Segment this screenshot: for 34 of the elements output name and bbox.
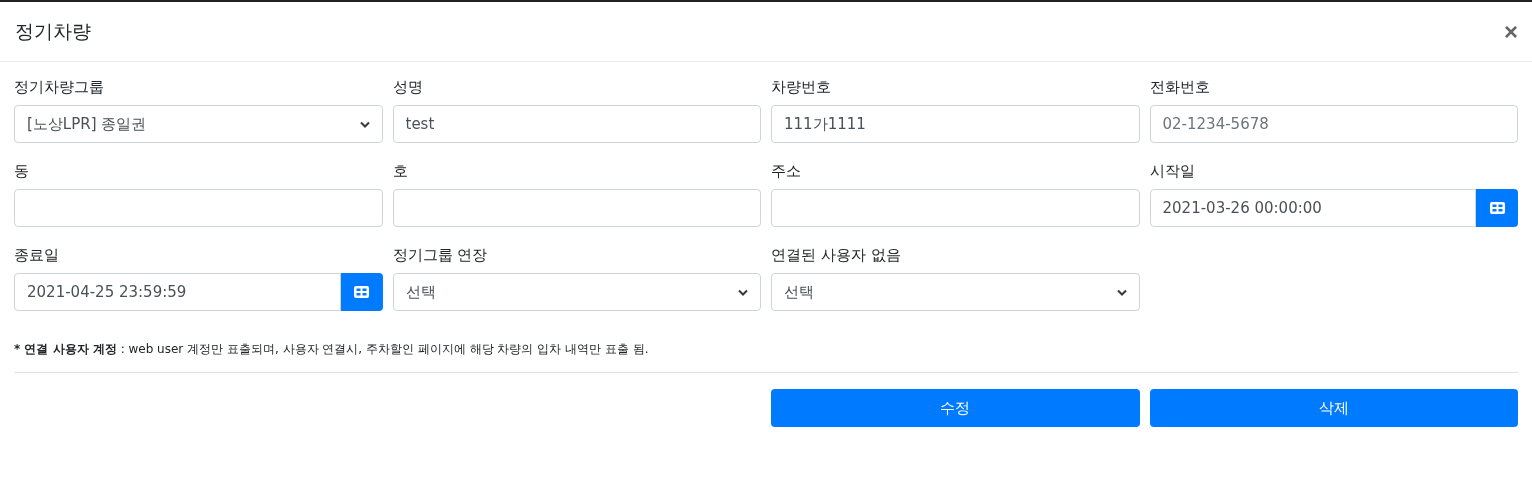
date-field[interactable]: 2021-03-26 00:00:00 (1149, 189, 1476, 227)
calendar-button[interactable] (340, 273, 383, 311)
field-label: 성명 (392, 77, 424, 97)
field-label: 종료일 (14, 245, 60, 265)
text-field[interactable]: test (392, 105, 761, 143)
chevron-down-icon (1116, 288, 1127, 296)
calendar-icon (354, 286, 369, 298)
field-label: 정기그룹 연장 (392, 245, 489, 265)
action-button[interactable]: 수정 (771, 389, 1140, 427)
text-field[interactable]: 02-1234-5678 (1149, 105, 1518, 143)
text-field[interactable]: 111가1111 (771, 105, 1140, 143)
field-label: 시작일 (1149, 161, 1196, 181)
calendar-icon (1489, 202, 1505, 214)
date-field[interactable]: 2021-04-25 23:59:59 (14, 273, 341, 311)
text-field[interactable] (392, 189, 761, 227)
text-field[interactable] (14, 189, 383, 227)
select-field[interactable]: [노상LPR] 종일권 (14, 105, 383, 143)
field-label: 호 (392, 161, 409, 181)
select-field[interactable]: 선택 (771, 273, 1140, 311)
chevron-down-icon (738, 288, 748, 296)
field-label: 동 (14, 161, 30, 181)
chevron-down-icon (359, 120, 370, 128)
close-button[interactable]: × (1504, 17, 1518, 46)
field-label: 차량번호 (771, 77, 832, 97)
action-button[interactable]: 삭제 (1149, 389, 1518, 427)
field-label: 주소 (771, 161, 802, 181)
field-label: 정기차량그룹 (14, 77, 105, 97)
note-text: * 연결 사용자 계정 : web user 계정만 표출되며, 사용자 연결시, 주차할인 페이지에 해당 차량의 입차 내역만 표출 됨. (14, 341, 650, 358)
dialog-title: 정기차량 (15, 18, 91, 44)
calendar-button[interactable] (1476, 189, 1518, 227)
select-field[interactable]: 선택 (392, 273, 761, 311)
field-label: 연결된 사용자 없음 (771, 245, 902, 265)
field-label: 전화번호 (1149, 77, 1211, 97)
text-field[interactable] (771, 189, 1140, 227)
